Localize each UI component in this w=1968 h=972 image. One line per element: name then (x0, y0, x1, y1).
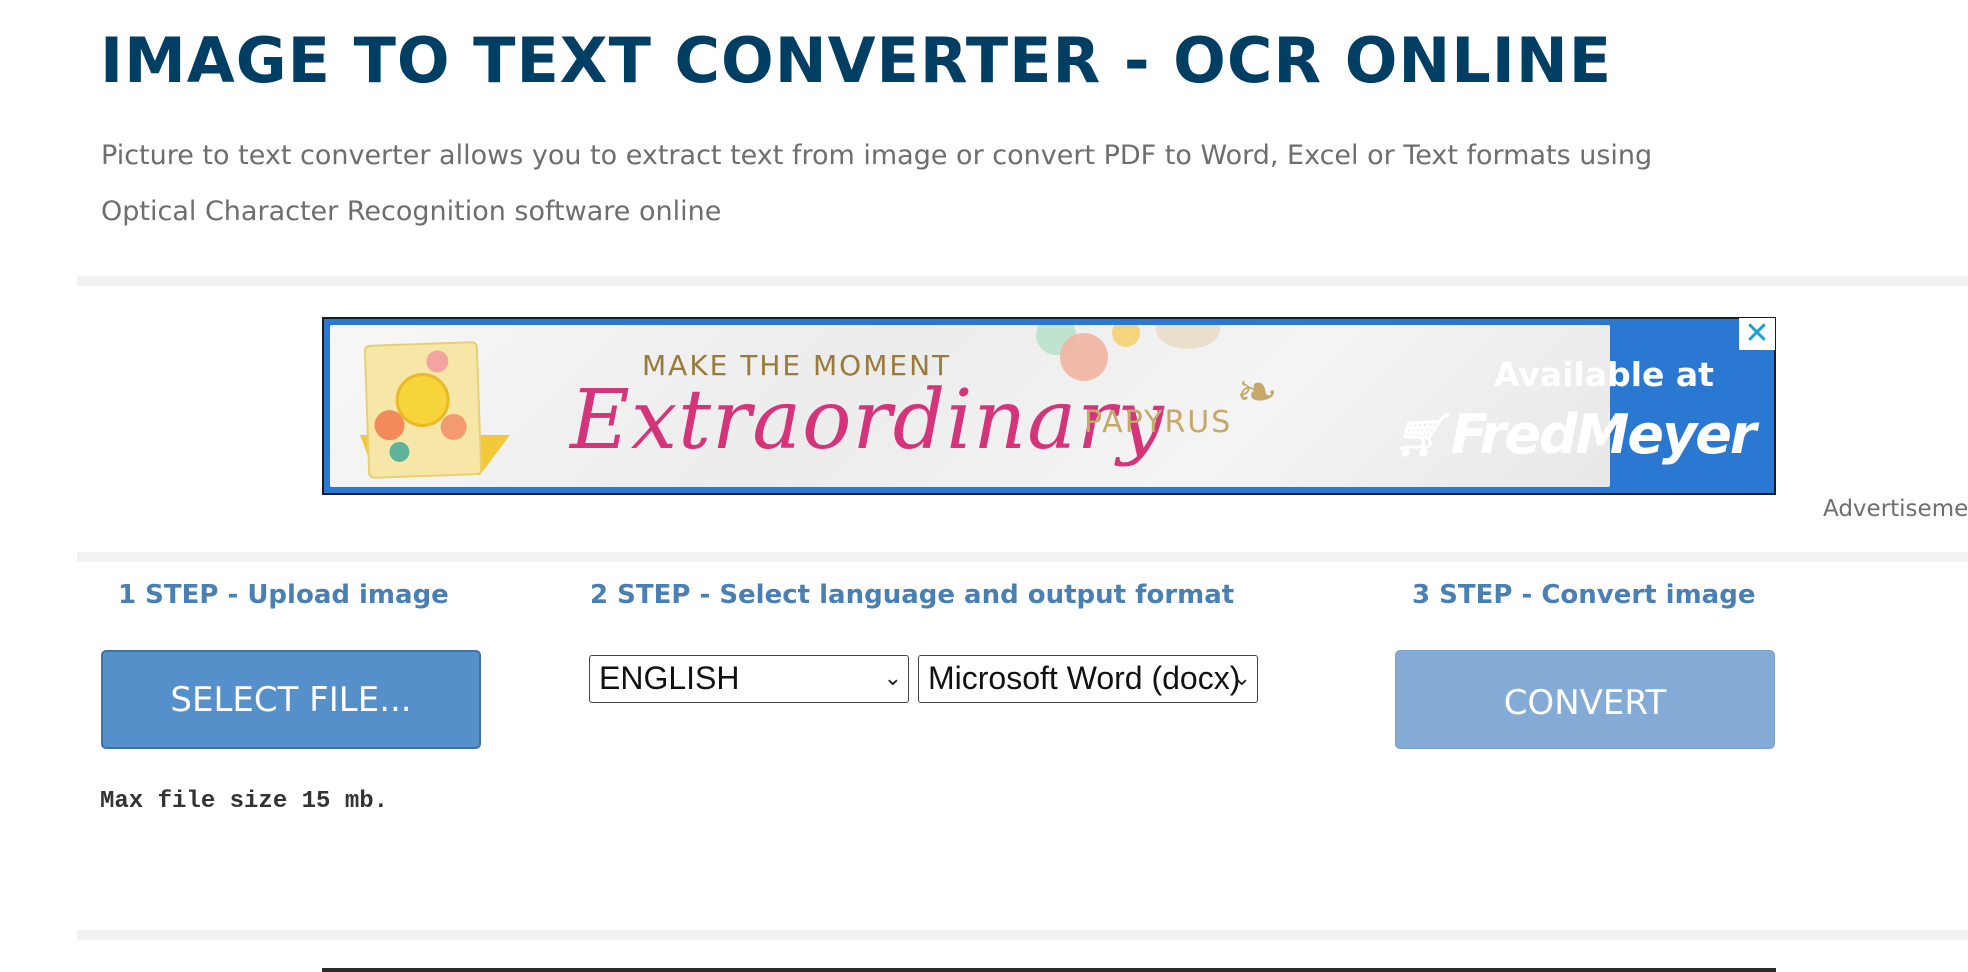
ad-flower (389, 441, 410, 463)
close-icon[interactable]: ✕ (1739, 318, 1775, 350)
language-select[interactable]: ENGLISH ⌄ (589, 655, 909, 703)
step1-heading: 1 STEP - Upload image (118, 580, 449, 610)
step2-heading: 2 STEP - Select language and output form… (590, 580, 1235, 610)
ad-balloon (1112, 325, 1140, 347)
ad-flower (373, 409, 406, 441)
middle-divider (77, 552, 1968, 562)
ad-flower (425, 350, 449, 373)
hummingbird-icon: ❧ (1236, 363, 1278, 421)
shopping-cart-icon: 🛒︎ (1393, 410, 1446, 459)
convert-button[interactable]: CONVERT (1395, 650, 1775, 749)
output-format-select[interactable]: Microsoft Word (docx) ⌄ (918, 655, 1258, 703)
ad-script-text: Extraordinary (570, 373, 1165, 468)
ad-balloon (1156, 325, 1220, 349)
top-divider (77, 276, 1968, 286)
chevron-down-icon: ⌄ (883, 665, 902, 690)
advertisement-label: Advertiseme (1823, 496, 1968, 522)
bottom-divider (77, 930, 1968, 940)
ad-greeting-card (363, 341, 483, 479)
max-file-size-note: Max file size 15 mb. (100, 788, 389, 815)
ad-flower (440, 413, 468, 441)
language-select-value: ENGLISH (599, 660, 740, 696)
ad-brand-name: PAPYRUS (1084, 405, 1233, 440)
ad-retailer: 🛒︎ FredMeyer (1374, 403, 1774, 466)
ad-available-text: Available at (1494, 355, 1714, 394)
ad-retailer-name: FredMeyer (1450, 403, 1757, 466)
advertisement-banner[interactable]: MAKE THE MOMENT Extraordinary PAPYRUS ❧ … (322, 317, 1776, 495)
format-select-value: Microsoft Word (docx) (928, 660, 1241, 696)
page-subtitle: Picture to text converter allows you to … (101, 140, 1653, 227)
chevron-down-icon: ⌄ (1232, 665, 1251, 690)
step3-heading: 3 STEP - Convert image (1412, 580, 1756, 610)
next-section-border (322, 968, 1776, 972)
select-file-button[interactable]: SELECT FILE... (101, 650, 481, 749)
page-title: IMAGE TO TEXT CONVERTER - OCR ONLINE (100, 24, 1613, 97)
